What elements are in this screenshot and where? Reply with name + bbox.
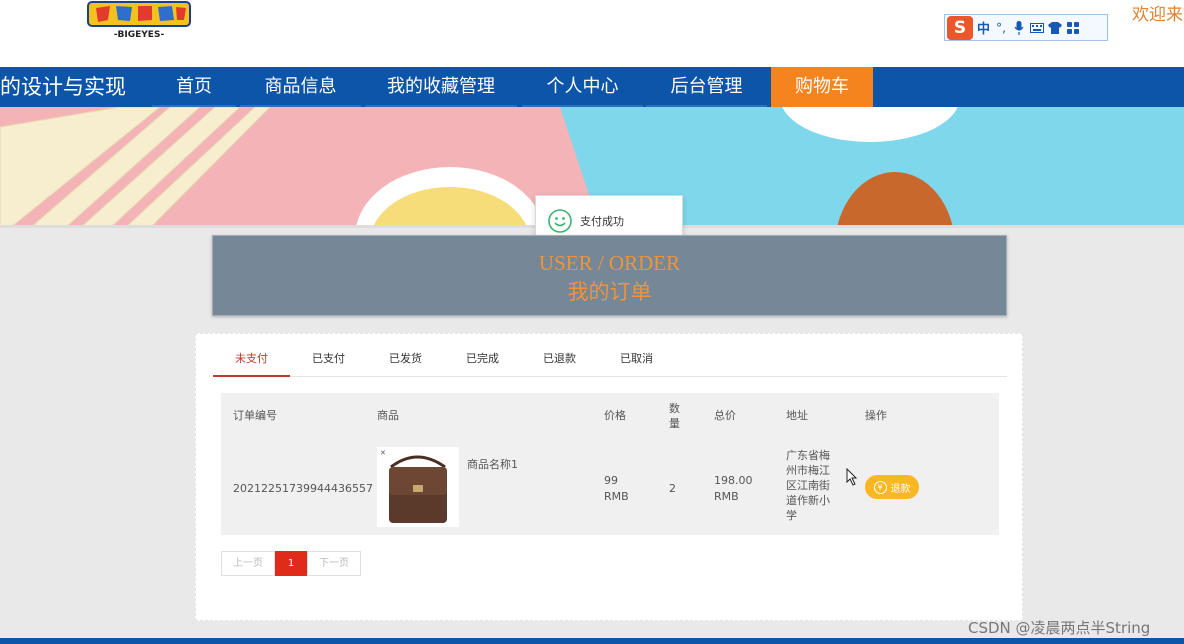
refund-label: 退款	[890, 483, 911, 495]
total-value: 198.00	[714, 474, 753, 487]
refund-button[interactable]: ¥ 退款	[865, 475, 919, 499]
title-chinese: 我的订单	[567, 280, 652, 304]
ime-toolbar[interactable]: S 中 °,	[944, 14, 1108, 41]
header-total: 总价	[714, 409, 736, 422]
title-english: USER / ORDER	[538, 251, 681, 275]
header-order-no: 订单编号	[233, 409, 277, 422]
header-price: 价格	[604, 409, 626, 422]
nav-item-favorites[interactable]: 我的收藏管理	[365, 67, 517, 107]
next-page-button[interactable]: 下一页	[307, 551, 361, 576]
tab-completed[interactable]: 已完成	[444, 346, 521, 377]
tab-refunded[interactable]: 已退款	[521, 346, 598, 377]
smile-icon	[548, 209, 572, 233]
bag-icon: ✕	[380, 449, 447, 523]
tab-unpaid[interactable]: 未支付	[213, 346, 290, 377]
mouse-cursor-icon	[846, 468, 858, 486]
punctuation-icon[interactable]: °,	[994, 21, 1008, 35]
order-status-tabs: 未支付 已支付 已发货 已完成 已退款 已取消	[213, 346, 1007, 377]
footer-bar	[0, 638, 1184, 644]
address-line: 州市梅江	[786, 464, 830, 477]
svg-text:✕: ✕	[380, 449, 386, 457]
main-nav: 的设计与实现 首页 商品信息 我的收藏管理 个人中心 后台管理 购物车	[0, 67, 1184, 107]
order-number: 20212251739944436557	[233, 482, 373, 495]
welcome-text: 欢迎来	[1132, 5, 1183, 25]
yen-icon: ¥	[873, 480, 887, 494]
order-title-panel: USER / ORDER 我的订单	[212, 235, 1007, 316]
keyboard-icon[interactable]	[1030, 21, 1045, 35]
skin-icon[interactable]	[1048, 21, 1063, 35]
address-line: 广东省梅	[786, 449, 830, 462]
tab-paid[interactable]: 已支付	[290, 346, 367, 377]
ime-lang-toggle[interactable]: 中	[977, 18, 990, 37]
nav-item-products[interactable]: 商品信息	[240, 67, 361, 107]
price-unit: RMB	[604, 490, 629, 503]
header-address: 地址	[786, 409, 808, 422]
toolbox-icon[interactable]	[1066, 21, 1080, 35]
nav-item-home[interactable]: 首页	[152, 67, 236, 107]
address-line: 道作新小	[786, 494, 830, 507]
pagination: 上一页 1 下一页	[221, 551, 361, 576]
page-button-current[interactable]: 1	[275, 551, 307, 576]
total-unit: RMB	[714, 490, 739, 503]
csdn-watermark: CSDN @凌晨两点半String	[968, 619, 1151, 637]
microphone-icon[interactable]	[1012, 20, 1026, 35]
site-logo[interactable]: -BIGEYES-	[86, 0, 192, 40]
tab-shipped[interactable]: 已发货	[367, 346, 444, 377]
logo-text: -BIGEYES-	[114, 30, 165, 40]
header-action: 操作	[865, 409, 887, 422]
tab-cancelled[interactable]: 已取消	[598, 346, 675, 377]
orders-card: 未支付 已支付 已发货 已完成 已退款 已取消 订单编号 商品 价格 数 量 总…	[195, 333, 1023, 621]
address-line: 区江南街	[786, 479, 830, 492]
site-title: 的设计与实现	[0, 75, 126, 99]
header-qty-line1: 数	[669, 402, 680, 415]
price-value: 99	[604, 474, 618, 487]
prev-page-button[interactable]: 上一页	[221, 551, 275, 576]
top-header: -BIGEYES- S 中 °, 欢迎来	[0, 0, 1184, 67]
product-name[interactable]: 商品名称1	[467, 457, 518, 472]
nav-item-cart[interactable]: 购物车	[771, 67, 873, 107]
toast-message: 支付成功	[580, 215, 624, 228]
address-line: 学	[786, 509, 797, 522]
product-image[interactable]: ✕	[377, 447, 459, 527]
sogou-icon[interactable]: S	[947, 15, 973, 40]
nav-item-admin[interactable]: 后台管理	[646, 67, 767, 107]
orders-table: 订单编号 商品 价格 数 量 总价 地址 操作 2021225173994443…	[221, 393, 999, 535]
header-qty-line2: 量	[669, 417, 680, 430]
nav-item-profile[interactable]: 个人中心	[522, 67, 643, 107]
header-product: 商品	[377, 409, 399, 422]
quantity: 2	[669, 482, 676, 495]
